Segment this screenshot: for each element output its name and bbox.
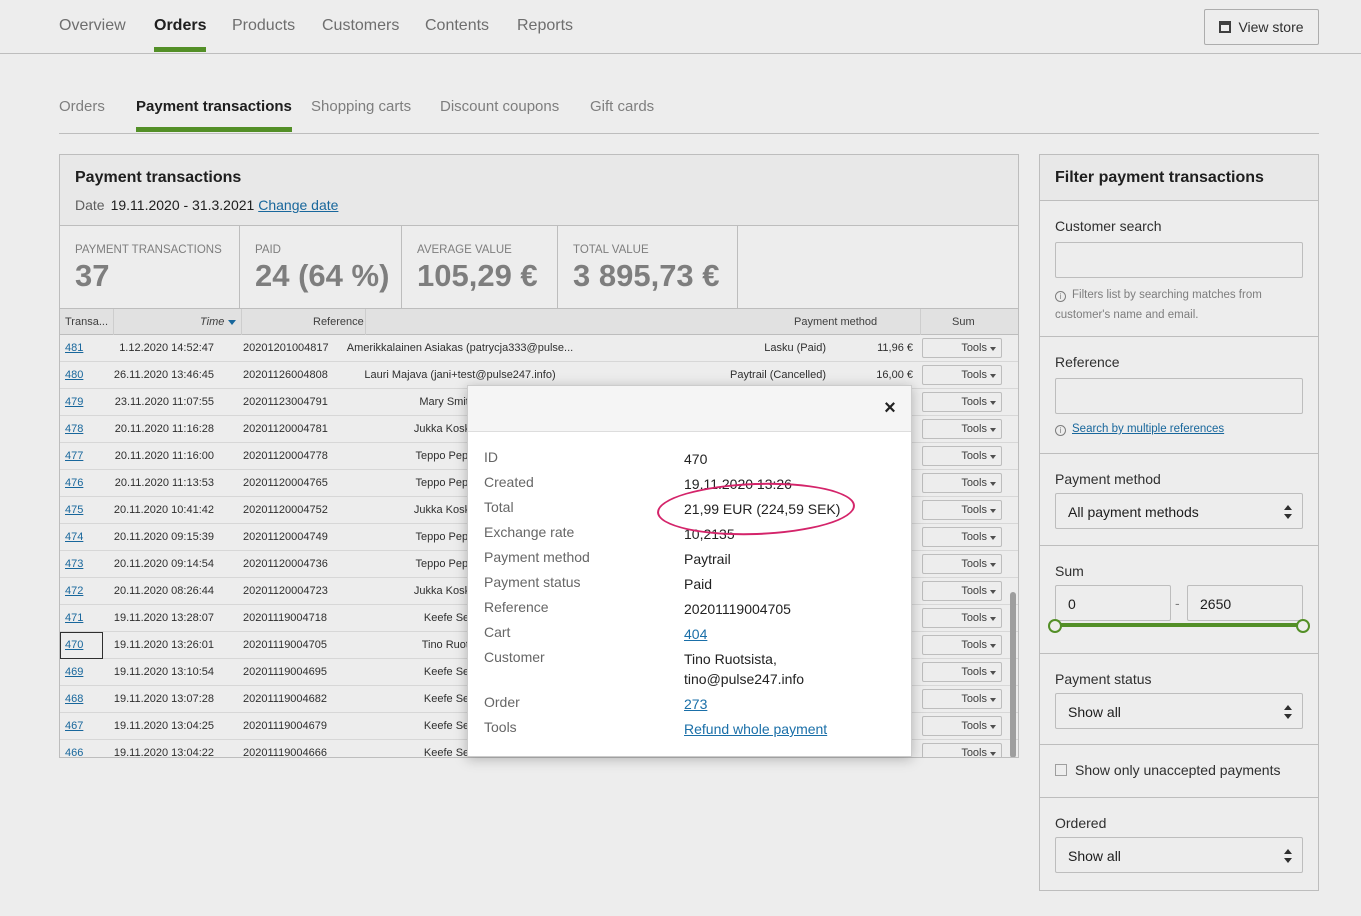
detail-value: Paytrail xyxy=(684,551,731,567)
detail-key: Exchange rate xyxy=(484,524,575,540)
detail-value: 404 xyxy=(684,624,904,644)
detail-value: Tino Ruotsista, tino@pulse247.info xyxy=(684,649,904,689)
detail-key: Order xyxy=(484,694,520,710)
detail-key: ID xyxy=(484,449,498,465)
detail-key: Created xyxy=(484,474,534,490)
close-icon[interactable]: × xyxy=(881,398,899,418)
detail-value: Paid xyxy=(684,576,713,592)
detail-key: Customer xyxy=(484,649,545,665)
detail-link[interactable]: Refund whole payment xyxy=(684,721,827,737)
detail-value: 470 xyxy=(684,451,708,467)
detail-key: Reference xyxy=(484,599,549,615)
detail-key: Total xyxy=(484,499,514,515)
detail-link[interactable]: 404 xyxy=(684,626,707,642)
customer-name: Tino Ruotsista, xyxy=(684,651,777,667)
detail-key: Payment status xyxy=(484,574,581,590)
detail-value: Refund whole payment xyxy=(684,719,904,739)
customer-email: tino@pulse247.info xyxy=(684,671,805,687)
detail-key: Payment method xyxy=(484,549,590,565)
detail-key: Tools xyxy=(484,719,517,735)
detail-value: 273 xyxy=(684,694,904,714)
detail-value: 20201119004705 xyxy=(684,601,791,617)
modal-header: × xyxy=(468,386,911,432)
detail-key: Cart xyxy=(484,624,511,640)
detail-link[interactable]: 273 xyxy=(684,696,707,712)
transaction-detail-modal: × ID 470 Created 19.11.2020 13:26 Total 21,99… xyxy=(467,385,912,757)
